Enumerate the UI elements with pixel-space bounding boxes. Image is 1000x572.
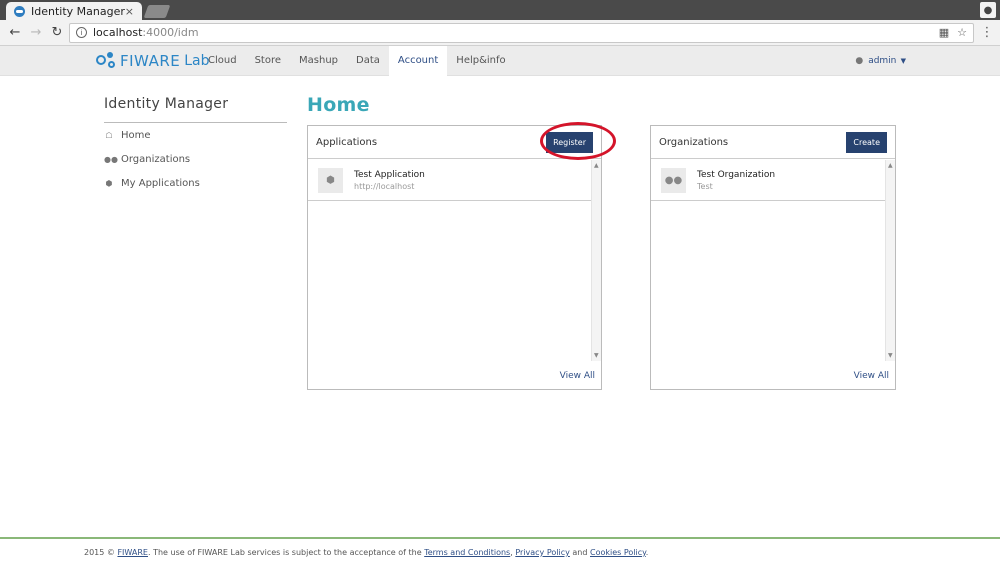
- bookmark-star-icon[interactable]: ☆: [957, 26, 967, 39]
- browser-menu-icon[interactable]: ⋮: [980, 25, 994, 40]
- list-item[interactable]: ●● Test Organization Test: [651, 160, 885, 201]
- sidebar-item-label: My Applications: [121, 177, 200, 189]
- scroll-down-icon[interactable]: ▼: [594, 352, 599, 359]
- applications-scrollbar[interactable]: ▲ ▼: [591, 160, 601, 361]
- footer-separator: and: [569, 548, 590, 557]
- info-icon[interactable]: i: [76, 27, 87, 38]
- sidebar-title: Identity Manager: [104, 96, 287, 123]
- tab-title: Identity Manager: [31, 4, 125, 18]
- organizations-view-all-link[interactable]: View All: [854, 371, 889, 381]
- applications-list: ⬢ Test Application http://localhost ▲ ▼: [308, 160, 601, 361]
- application-url: http://localhost: [354, 181, 415, 191]
- nav-store[interactable]: Store: [246, 46, 290, 76]
- applications-panel-header: Applications Register: [308, 126, 601, 159]
- footer-text-body: . The use of FIWARE Lab services is subj…: [147, 548, 425, 557]
- footer-text: 2015 © FIWARE. The use of FIWARE Lab ser…: [84, 548, 648, 557]
- nav-cloud[interactable]: Cloud: [199, 46, 246, 76]
- tab-close-icon[interactable]: ×: [125, 5, 134, 18]
- browser-tab[interactable]: Identity Manager ×: [6, 2, 142, 20]
- organizations-list: ●● Test Organization Test ▲ ▼: [651, 160, 895, 361]
- fiware-favicon-icon: [14, 5, 25, 17]
- applications-title: Applications: [316, 136, 378, 148]
- footer-copyright: 2015 ©: [84, 548, 118, 557]
- fiware-link[interactable]: FIWARE: [117, 548, 148, 557]
- application-name: Test Application: [354, 169, 425, 180]
- cube-icon: ⬢: [318, 167, 343, 193]
- organizations-scrollbar[interactable]: ▲ ▼: [885, 160, 895, 361]
- cookies-link[interactable]: Cookies Policy: [590, 548, 646, 557]
- organizations-panel-header: Organizations Create: [651, 126, 895, 159]
- register-button[interactable]: Register: [546, 131, 593, 153]
- page-title: Home: [307, 94, 370, 116]
- scroll-up-icon[interactable]: ▲: [594, 162, 599, 169]
- footer: 2015 © FIWARE. The use of FIWARE Lab ser…: [0, 537, 1000, 572]
- reload-icon[interactable]: ↻: [48, 25, 66, 40]
- organization-description: Test: [697, 181, 713, 191]
- sidebar-item-label: Organizations: [121, 153, 191, 165]
- terms-link[interactable]: Terms and Conditions: [424, 548, 510, 557]
- sidebar-item-label: Home: [121, 129, 151, 141]
- chevron-down-icon: ▼: [898, 57, 906, 65]
- profile-icon[interactable]: ●: [980, 2, 996, 18]
- brand-name: FIWARE: [120, 52, 181, 70]
- user-menu[interactable]: ● admin ▼: [855, 46, 906, 76]
- url-path: :4000/idm: [142, 26, 199, 39]
- nav-help-info[interactable]: Help&info: [447, 46, 514, 76]
- nav-mashup[interactable]: Mashup: [290, 46, 347, 76]
- organizations-title: Organizations: [659, 136, 729, 148]
- fiware-logo-icon: [96, 52, 116, 70]
- home-icon: ☖: [105, 130, 113, 140]
- applications-panel: Applications Register ⬢ Test Application…: [307, 125, 602, 390]
- nav-data[interactable]: Data: [347, 46, 389, 76]
- address-bar[interactable]: i localhost:4000/idm ▦ ☆: [69, 22, 974, 43]
- new-tab-button[interactable]: [143, 5, 171, 18]
- list-item[interactable]: ⬢ Test Application http://localhost: [308, 160, 591, 201]
- users-icon: ●●: [104, 154, 118, 164]
- sidebar-item-home[interactable]: ☖ Home: [104, 123, 287, 147]
- sidebar-item-my-applications[interactable]: ⬢ My Applications: [104, 171, 287, 195]
- scroll-down-icon[interactable]: ▼: [888, 352, 893, 359]
- footer-end: .: [645, 548, 649, 557]
- url-host: localhost: [93, 26, 143, 39]
- cube-icon: ⬢: [105, 178, 113, 188]
- browser-tabstrip: Identity Manager × ●: [0, 0, 1000, 20]
- browser-toolbar: ← → ↻ i localhost:4000/idm ▦ ☆ ⋮: [0, 20, 1000, 46]
- sidebar-item-organizations[interactable]: ●● Organizations: [104, 147, 287, 171]
- scroll-up-icon[interactable]: ▲: [888, 162, 893, 169]
- organization-name: Test Organization: [697, 169, 776, 180]
- users-icon: ●●: [661, 167, 686, 193]
- top-navigation: Cloud Store Mashup Data Account Help&inf…: [199, 46, 515, 76]
- user-icon: ●: [855, 56, 864, 66]
- forward-icon[interactable]: →: [27, 25, 45, 40]
- sidebar: Identity Manager ☖ Home ●● Organizations…: [104, 96, 287, 195]
- user-name: admin: [868, 56, 897, 66]
- back-icon[interactable]: ←: [6, 25, 24, 40]
- privacy-link[interactable]: Privacy Policy: [515, 548, 570, 557]
- organizations-panel: Organizations Create ●● Test Organizatio…: [650, 125, 896, 390]
- applications-view-all-link[interactable]: View All: [560, 371, 595, 381]
- fiware-lab-logo[interactable]: FIWARE Lab: [96, 52, 210, 70]
- translate-icon[interactable]: ▦: [939, 26, 949, 39]
- app-header: FIWARE Lab Cloud Store Mashup Data Accou…: [0, 46, 1000, 76]
- create-button[interactable]: Create: [846, 131, 887, 153]
- nav-account[interactable]: Account: [388, 46, 448, 76]
